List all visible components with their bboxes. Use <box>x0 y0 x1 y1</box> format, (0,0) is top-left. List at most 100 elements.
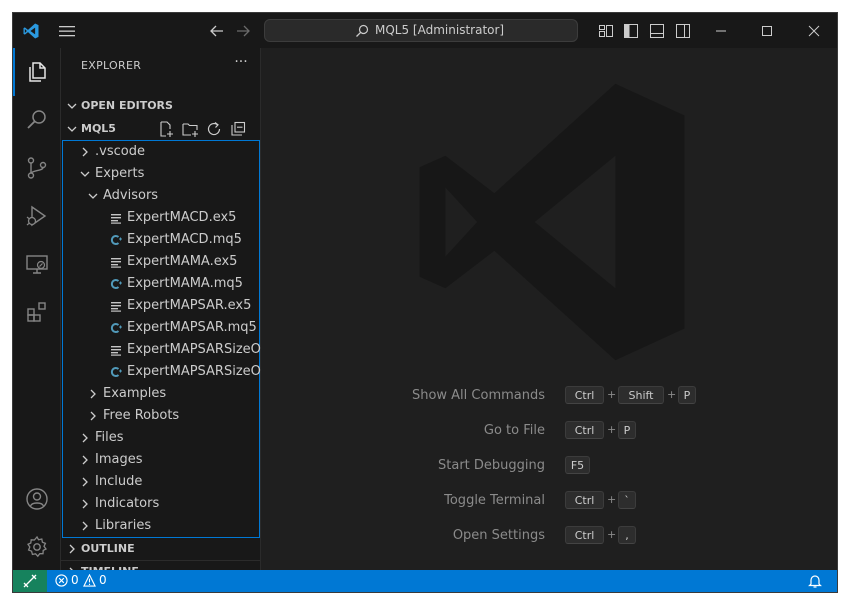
tree-item-label: Images <box>95 452 143 467</box>
tree-folder-row[interactable]: Free Robots <box>63 405 259 427</box>
maximize-icon <box>762 26 772 36</box>
search-icon <box>27 110 46 129</box>
outline-section-header[interactable]: OUTLINE <box>61 538 261 560</box>
c-file-icon <box>110 235 122 245</box>
tree-item-label: Free Robots <box>103 408 180 423</box>
tree-item-label: Examples <box>103 386 167 401</box>
chevron-right-icon <box>82 147 88 157</box>
run-debug-activity-button[interactable] <box>13 192 61 240</box>
key-plus: + <box>607 423 617 436</box>
tree-file-row[interactable]: ExpertMACD.ex5 <box>63 207 259 229</box>
tree-folder-row[interactable]: Indicators <box>63 493 259 515</box>
active-indicator <box>13 48 15 96</box>
more-actions-button[interactable]: ··· <box>231 54 251 70</box>
editor-area: Show All Commands Ctrl + Shift + P Go to File C… <box>261 48 837 570</box>
tree-file-row[interactable]: ExpertMAPSARSizeOpti... <box>63 339 290 361</box>
maximize-button[interactable] <box>744 13 790 48</box>
shortcut-hint: Show All Commands Ctrl + Shift + P <box>261 385 837 407</box>
tree-folder-row[interactable]: Images <box>63 449 259 471</box>
tree-item-label: ExpertMACD.ex5 <box>127 210 237 225</box>
remote-explorer-activity-button[interactable] <box>13 240 61 288</box>
shortcut-hint: Go to File Ctrl + P <box>261 420 837 442</box>
tree-folder-row[interactable]: Include <box>63 471 259 493</box>
refresh-icon[interactable] <box>205 120 223 138</box>
outline-label: OUTLINE <box>81 542 135 555</box>
new-file-icon[interactable] <box>157 120 175 138</box>
tree-item-label: ExpertMAPSAR.mq5 <box>127 320 257 335</box>
arrow-right-icon[interactable] <box>234 22 252 40</box>
tree-file-row[interactable]: ExpertMAPSAR.mq5 <box>63 317 259 339</box>
error-icon <box>55 574 68 587</box>
tree-folder-row[interactable]: Files <box>63 427 259 449</box>
toggle-secondary-sidebar-icon[interactable] <box>675 23 691 39</box>
keybinding-key: F5 <box>565 456 590 474</box>
c-file-icon <box>110 279 122 289</box>
command-center[interactable]: MQL5 [Administrator] <box>264 19 578 42</box>
shortcut-hint: Open Settings Ctrl +, <box>261 525 837 547</box>
title-bar: MQL5 [Administrator] <box>13 13 837 49</box>
keybinding-key: P <box>678 386 696 404</box>
tree-item-label: Indicators <box>95 496 160 511</box>
mql5-folder-section-header[interactable]: MQL5 <box>61 118 261 140</box>
chevron-right-icon <box>90 389 96 399</box>
warning-icon <box>83 574 96 587</box>
file-lines-icon <box>111 214 121 224</box>
chevron-right-icon <box>82 499 88 509</box>
tree-file-row[interactable]: ExpertMAPSARSizeOpti... <box>63 361 290 383</box>
shortcut-label: Show All Commands <box>411 388 545 403</box>
tree-folder-row[interactable]: Libraries <box>63 515 259 537</box>
tree-item-label: Include <box>95 474 143 489</box>
run-debug-icon <box>26 205 47 227</box>
file-lines-icon <box>111 258 121 268</box>
keybinding-key: , <box>618 526 636 544</box>
chevron-right-icon <box>82 521 88 531</box>
explorer-activity-button[interactable] <box>13 48 61 96</box>
shortcut-label: Open Settings <box>452 528 545 543</box>
arrow-left-icon[interactable] <box>208 22 226 40</box>
tree-folder-row[interactable]: .vscode <box>63 141 259 163</box>
chevron-right-icon <box>90 411 96 421</box>
close-button[interactable] <box>791 13 837 48</box>
manage-gear-icon <box>27 535 47 558</box>
tree-folder-row[interactable]: Experts <box>63 163 259 185</box>
key-plus: + <box>667 388 677 401</box>
tree-item-label: Advisors <box>103 188 159 203</box>
minimize-button[interactable] <box>698 13 744 48</box>
close-icon <box>808 25 820 37</box>
tree-item-label: ExpertMAPSAR.ex5 <box>127 298 252 313</box>
chevron-down-icon <box>67 126 77 132</box>
vscode-window: MQL5 [Administrator] EXPLORER ··· OPEN E… <box>13 13 837 592</box>
collapse-all-icon[interactable] <box>229 120 247 138</box>
tree-file-row[interactable]: ExpertMAMA.mq5 <box>63 273 259 295</box>
files-icon <box>29 62 46 82</box>
search-activity-button[interactable] <box>13 96 61 144</box>
chevron-down-icon <box>80 171 90 177</box>
manage-activity-button[interactable] <box>13 523 61 571</box>
shortcut-hint: Toggle Terminal Ctrl + ` <box>261 490 837 512</box>
extensions-activity-button[interactable] <box>13 288 61 336</box>
source-control-activity-button[interactable] <box>13 144 61 192</box>
remote-indicator-button[interactable] <box>13 570 47 592</box>
keybinding-key: Ctrl <box>565 386 604 404</box>
folder-label: MQL5 <box>81 122 116 135</box>
new-folder-icon[interactable] <box>181 120 199 138</box>
vscode-logo-icon <box>23 23 39 39</box>
c-file-icon <box>110 367 122 377</box>
tree-item-label: .vscode <box>95 144 145 159</box>
open-editors-section-header[interactable]: OPEN EDITORS <box>61 95 261 117</box>
toggle-primary-sidebar-icon[interactable] <box>623 23 639 39</box>
tree-file-row[interactable]: ExpertMAMA.ex5 <box>63 251 259 273</box>
customize-layout-icon[interactable] <box>598 23 614 39</box>
hamburger-menu-icon[interactable] <box>57 23 77 39</box>
shortcut-label: Start Debugging <box>438 458 545 473</box>
shortcut-label: Toggle Terminal <box>444 493 545 508</box>
key-plus: + <box>607 493 617 506</box>
toggle-panel-icon[interactable] <box>649 23 665 39</box>
file-lines-icon <box>111 346 121 356</box>
accounts-activity-button[interactable] <box>13 475 61 523</box>
tree-file-row[interactable]: ExpertMAPSAR.ex5 <box>63 295 259 317</box>
notifications-bell-icon[interactable] <box>808 573 822 589</box>
tree-folder-row[interactable]: Advisors <box>63 185 259 207</box>
tree-file-row[interactable]: ExpertMACD.mq5 <box>63 229 259 251</box>
tree-folder-row[interactable]: Examples <box>63 383 259 405</box>
